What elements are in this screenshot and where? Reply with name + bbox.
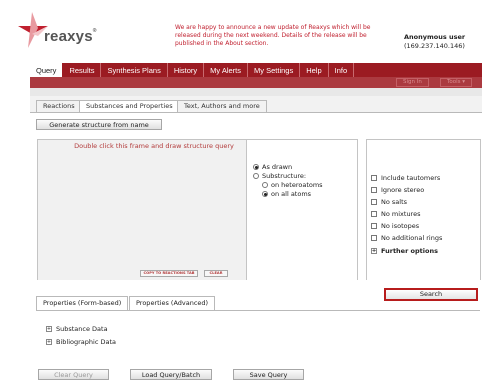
substructure-option[interactable]: Substructure: (253, 172, 306, 180)
as-drawn-radio[interactable] (253, 164, 259, 170)
copy-to-reactions-button[interactable]: COPY TO REACTIONS TAB (140, 270, 198, 277)
save-query-button[interactable]: Save Query (233, 369, 304, 380)
expand-plus-icon[interactable]: + (46, 326, 52, 332)
on-all-atoms-radio[interactable] (262, 191, 268, 197)
clear-structure-button[interactable]: CLEAR (204, 270, 228, 277)
query-panel: Reactions Substances and Properties Text… (30, 96, 482, 383)
nav-history[interactable]: History (168, 63, 205, 77)
user-name: Anonymous user (404, 33, 466, 41)
ignore-stereo-checkbox[interactable] (371, 187, 377, 193)
load-query-batch-button[interactable]: Load Query/Batch (130, 369, 212, 380)
no-salts-checkbox[interactable] (371, 199, 377, 205)
as-drawn-option[interactable]: As drawn (253, 163, 292, 171)
on-heteroatoms-radio[interactable] (262, 182, 268, 188)
nav-my-alerts[interactable]: My Alerts (204, 63, 249, 77)
filter-no-additional-rings[interactable]: No additional rings (371, 234, 442, 242)
properties-tab-divider (36, 310, 480, 311)
substructure-label: Substructure: (262, 172, 307, 180)
further-options-label: Further options (381, 247, 438, 255)
nav-query[interactable]: Query (30, 63, 64, 77)
include-tautomers-checkbox[interactable] (371, 175, 377, 181)
clear-query-button[interactable]: Clear Query (38, 369, 109, 380)
tree-item-substance-data[interactable]: + Substance Data (46, 325, 108, 333)
substance-data-label: Substance Data (56, 325, 108, 333)
user-ip: (169.237.140.146) (404, 41, 465, 50)
further-options-toggle[interactable]: + Further options (371, 247, 438, 255)
filter-ignore-stereo[interactable]: Ignore stereo (371, 186, 424, 194)
tab-properties-form-based[interactable]: Properties (Form-based) (36, 296, 129, 310)
include-tautomers-label: Include tautomers (381, 174, 441, 182)
no-salts-label: No salts (381, 198, 408, 206)
match-options-panel: As drawn Substructure: on heteroatoms on… (246, 139, 358, 281)
nav-subbar: Sign In Tools ▾ (30, 77, 482, 88)
draw-hint: Double click this frame and draw structu… (74, 142, 234, 150)
filter-include-tautomers[interactable]: Include tautomers (371, 174, 440, 182)
search-button[interactable]: Search (384, 288, 478, 301)
properties-area: Search Properties (Form-based) Propertie… (30, 280, 482, 383)
on-all-atoms-option[interactable]: on all atoms (262, 190, 311, 198)
reaxys-logo[interactable]: reaxys® (18, 12, 128, 52)
ignore-stereo-label: Ignore stereo (381, 186, 425, 194)
structure-area: Generate structure from name Double clic… (30, 113, 482, 281)
substructure-radio[interactable] (253, 173, 259, 179)
on-heteroatoms-label: on heteroatoms (271, 181, 323, 189)
nav-synthesis-plans[interactable]: Synthesis Plans (101, 63, 168, 77)
user-info: Anonymous user (169.237.140.146) (404, 33, 465, 50)
on-heteroatoms-option[interactable]: on heteroatoms (262, 181, 323, 189)
tree-item-bibliographic-data[interactable]: + Bibliographic Data (46, 338, 116, 346)
no-isotopes-label: No isotopes (381, 222, 420, 230)
main-nav: Query Results Synthesis Plans History My… (30, 63, 482, 77)
expand-plus-icon[interactable]: + (46, 339, 52, 345)
no-additional-rings-label: No additional rings (381, 234, 443, 242)
structure-drawing-frame[interactable]: Double click this frame and draw structu… (37, 139, 271, 281)
tab-reactions[interactable]: Reactions (36, 100, 82, 112)
tab-properties-advanced[interactable]: Properties (Advanced) (129, 296, 216, 310)
filter-no-salts[interactable]: No salts (371, 198, 407, 206)
nav-help[interactable]: Help (300, 63, 329, 77)
no-mixtures-checkbox[interactable] (371, 211, 377, 217)
announcement-text: We are happy to announce a new update of… (175, 24, 371, 47)
as-drawn-label: As drawn (262, 163, 293, 171)
filter-no-isotopes[interactable]: No isotopes (371, 222, 419, 230)
nav-my-settings[interactable]: My Settings (248, 63, 301, 77)
filter-no-mixtures[interactable]: No mixtures (371, 210, 420, 218)
expand-plus-icon: + (371, 247, 377, 254)
no-mixtures-label: No mixtures (381, 210, 421, 218)
tools-button[interactable]: Tools ▾ (440, 78, 473, 87)
no-isotopes-checkbox[interactable] (371, 223, 377, 229)
bibliographic-data-label: Bibliographic Data (56, 338, 116, 346)
generate-structure-button[interactable]: Generate structure from name (36, 119, 162, 130)
on-all-atoms-label: on all atoms (271, 190, 312, 198)
nav-results[interactable]: Results (63, 63, 102, 77)
structure-filters-panel: Include tautomers Ignore stereo No salts… (366, 139, 481, 281)
logo-text: reaxys® (44, 28, 97, 45)
no-additional-rings-checkbox[interactable] (371, 235, 377, 241)
nav-info[interactable]: Info (329, 63, 355, 77)
tab-text-authors[interactable]: Text, Authors and more (177, 100, 267, 112)
sign-in-button[interactable]: Sign In (396, 78, 429, 87)
nav-shadow (30, 88, 482, 96)
